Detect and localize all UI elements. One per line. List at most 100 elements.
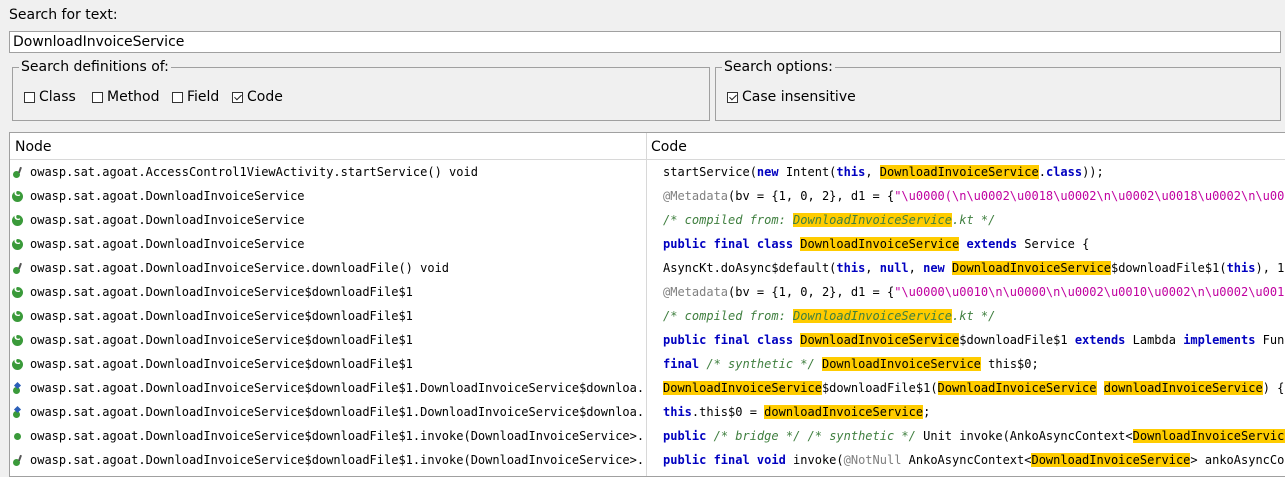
node-cell[interactable]: owasp.sat.agoat.DownloadInvoiceService$d… [12, 424, 644, 448]
node-cell[interactable]: owasp.sat.agoat.DownloadInvoiceService$d… [12, 400, 644, 424]
table-row[interactable]: owasp.sat.agoat.AccessControl1ViewActivi… [10, 160, 1285, 184]
code-cell[interactable]: /* compiled from: DownloadInvoiceService… [663, 208, 1285, 232]
code-cell[interactable]: startService(new Intent(this, DownloadIn… [663, 160, 1285, 184]
method-icon [12, 167, 23, 178]
field-checkbox-box[interactable] [172, 91, 183, 103]
code-token: Lambda [1125, 333, 1184, 347]
node-column-header[interactable]: Node [15, 139, 52, 155]
table-row[interactable]: owasp.sat.agoat.DownloadInvoiceService$d… [10, 376, 1285, 400]
code-cell[interactable]: public final class DownloadInvoiceServic… [663, 328, 1285, 352]
class-checkbox[interactable]: Class [24, 89, 76, 105]
code-token: extends [1074, 333, 1126, 347]
method-checkbox-label: Method [107, 89, 160, 105]
table-row[interactable]: owasp.sat.agoat.DownloadInvoiceService$d… [10, 448, 1285, 472]
node-cell[interactable]: owasp.sat.agoat.DownloadInvoiceService$d… [12, 304, 644, 328]
table-row[interactable]: owasp.sat.agoat.DownloadInvoiceService$d… [10, 280, 1285, 304]
node-text: owasp.sat.agoat.DownloadInvoiceService$d… [30, 453, 644, 467]
code-cell[interactable]: /* compiled from: DownloadInvoiceService… [663, 304, 1285, 328]
table-row[interactable]: owasp.sat.agoat.DownloadInvoiceService$d… [10, 352, 1285, 376]
match-highlight: DownloadInvoiceService [1031, 453, 1191, 467]
code-token: )); [1082, 165, 1104, 179]
node-cell[interactable]: owasp.sat.agoat.DownloadInvoiceService$d… [12, 352, 644, 376]
node-cell[interactable]: owasp.sat.agoat.DownloadInvoiceService$d… [12, 328, 644, 352]
case-insensitive-checkbox-box[interactable] [727, 91, 738, 103]
code-token: .kt */ [952, 213, 996, 227]
code-cell[interactable]: AsyncKt.doAsync$default(this, null, new … [663, 256, 1285, 280]
node-cell[interactable]: owasp.sat.agoat.AccessControl1ViewActivi… [12, 160, 644, 184]
table-row[interactable]: owasp.sat.agoat.DownloadInvoiceService @M… [10, 184, 1285, 208]
node-text: owasp.sat.agoat.DownloadInvoiceService$d… [30, 405, 644, 419]
node-cell[interactable]: owasp.sat.agoat.DownloadInvoiceService.d… [12, 256, 644, 280]
method-icon [12, 455, 23, 466]
code-token: (bv = {1, 0, 2}, d1 = { [728, 285, 895, 299]
code-token: public [663, 429, 707, 443]
node-cell[interactable]: owasp.sat.agoat.DownloadInvoiceService [12, 184, 644, 208]
node-cell[interactable]: owasp.sat.agoat.DownloadInvoiceService [12, 208, 644, 232]
table-row[interactable]: owasp.sat.agoat.DownloadInvoiceService.d… [10, 256, 1285, 280]
class-icon [12, 285, 23, 298]
code-cell[interactable]: DownloadInvoiceService $downloadFile$1(Do… [663, 376, 1285, 400]
search-options-title: Search options: [722, 59, 835, 75]
code-token: public final void [663, 453, 786, 467]
node-cell[interactable]: owasp.sat.agoat.DownloadInvoiceService$d… [12, 280, 644, 304]
code-token: null [879, 261, 909, 275]
match-highlight: DownloadInvoiceService [821, 357, 981, 371]
search-options-group: Search options: Case insensitive [715, 59, 1281, 121]
code-token: "\u0000(\n\u0002\u0018\u0002\n\u0002\u00… [894, 189, 1285, 203]
code-cell[interactable]: @Metadata (bv = {1, 0, 2}, d1 = {"\u0000\… [663, 280, 1285, 304]
search-input[interactable] [9, 31, 1281, 53]
code-token: /* bridge */ /* synthetic */ [713, 429, 916, 443]
class-icon [12, 357, 23, 370]
code-column-header[interactable]: Code [651, 139, 687, 155]
code-token: new [923, 261, 945, 275]
table-row[interactable]: owasp.sat.agoat.DownloadInvoiceService$d… [10, 424, 1285, 448]
field-checkbox-label: Field [187, 89, 220, 105]
method-checkbox-box[interactable] [92, 91, 103, 103]
table-row[interactable]: owasp.sat.agoat.DownloadInvoiceService$d… [10, 304, 1285, 328]
code-token: AnkoAsyncContext< [901, 453, 1032, 467]
results-header: Node Code [10, 133, 1285, 160]
code-token: extends [966, 237, 1018, 251]
node-cell[interactable]: owasp.sat.agoat.DownloadInvoiceService [12, 232, 644, 256]
match-highlight: DownloadInvoiceService [800, 333, 960, 347]
code-token: public final class [663, 333, 794, 347]
table-row[interactable]: owasp.sat.agoat.DownloadInvoiceService /*… [10, 208, 1285, 232]
table-row[interactable]: owasp.sat.agoat.DownloadInvoiceService pu… [10, 232, 1285, 256]
match-highlight: DownloadInvoiceService [879, 165, 1039, 179]
method-checkbox[interactable]: Method [92, 89, 160, 105]
code-checkbox-label: Code [247, 89, 283, 105]
field-checkbox[interactable]: Field [172, 89, 219, 105]
code-token: /* compiled from: [663, 213, 794, 227]
code-cell[interactable]: public /* bridge */ /* synthetic */ Unit… [663, 424, 1285, 448]
code-checkbox[interactable]: Code [232, 89, 283, 105]
node-text: owasp.sat.agoat.DownloadInvoiceService$d… [30, 381, 644, 395]
code-cell[interactable]: this .this$0 = downloadInvoiceService; [663, 400, 1285, 424]
node-text: owasp.sat.agoat.DownloadInvoiceService$d… [30, 357, 413, 371]
code-token: Functi [1262, 333, 1285, 347]
table-row[interactable]: owasp.sat.agoat.DownloadInvoiceService$d… [10, 328, 1285, 352]
match-highlight: DownloadInvoiceService [793, 309, 952, 323]
search-definitions-title: Search definitions of: [19, 59, 171, 75]
node-cell[interactable]: owasp.sat.agoat.DownloadInvoiceService$d… [12, 376, 644, 400]
code-token: /* synthetic */ [706, 357, 815, 371]
code-cell[interactable]: final /* synthetic */ DownloadInvoiceSer… [663, 352, 1285, 376]
code-token: > ankoAsyncConte [1190, 453, 1285, 467]
class-icon [12, 237, 23, 250]
code-cell[interactable]: public final class DownloadInvoiceServic… [663, 232, 1285, 256]
match-highlight: DownloadInvoiceService [800, 237, 960, 251]
node-text: owasp.sat.agoat.DownloadInvoiceService [30, 237, 305, 251]
code-cell[interactable]: @Metadata (bv = {1, 0, 2}, d1 = {"\u0000(… [663, 184, 1285, 208]
class-icon [12, 189, 23, 202]
case-insensitive-checkbox[interactable]: Case insensitive [727, 89, 856, 105]
match-highlight: DownloadInvoiceService [952, 261, 1111, 275]
code-token: this [663, 405, 692, 419]
code-checkbox-box[interactable] [232, 91, 243, 103]
node-cell[interactable]: owasp.sat.agoat.DownloadInvoiceService$d… [12, 448, 644, 472]
class-icon [12, 213, 23, 226]
code-token: "\u0000\u0010\n\u0000\n\u0002\u0010\u000… [894, 285, 1285, 299]
class-checkbox-box[interactable] [24, 91, 35, 103]
match-highlight: downloadInvoiceService [764, 405, 924, 419]
code-cell[interactable]: public final void invoke(@NotNull AnkoAs… [663, 448, 1285, 472]
table-row[interactable]: owasp.sat.agoat.DownloadInvoiceService$d… [10, 400, 1285, 424]
